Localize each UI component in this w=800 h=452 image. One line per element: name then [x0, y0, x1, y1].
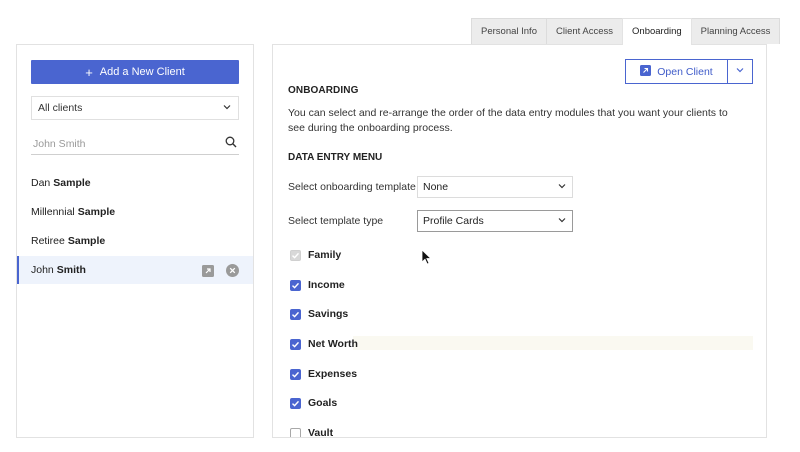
client-row-actions [202, 264, 239, 280]
client-list-item[interactable]: Millennial Sample [17, 198, 253, 226]
module-label: Family [308, 249, 342, 261]
open-client-label: Open Client [657, 65, 713, 78]
remove-icon[interactable] [226, 264, 239, 280]
module-income-checkbox[interactable]: Income [290, 277, 345, 293]
client-first-name: Retiree [31, 235, 65, 247]
checkmark-icon [290, 279, 301, 291]
chevron-down-icon [557, 181, 567, 194]
client-last-name: Sample [53, 177, 91, 189]
module-label: Vault [308, 427, 334, 438]
open-client-button[interactable]: Open Client [625, 59, 728, 84]
module-label: Savings [308, 308, 349, 320]
row-highlight [353, 336, 753, 350]
open-client-group: Open Client [625, 59, 753, 84]
template-type-value: Profile Cards [423, 215, 484, 227]
module-expenses-checkbox[interactable]: Expenses [290, 366, 357, 382]
section-description: You can select and re-arrange the order … [288, 107, 728, 134]
add-client-button[interactable]: + Add a New Client [31, 60, 239, 84]
client-filter-select[interactable]: All clients [31, 96, 239, 120]
tab-client-access[interactable]: Client Access [545, 18, 624, 44]
module-family-checkbox[interactable]: Family [290, 247, 341, 263]
client-last-name: Smith [56, 264, 86, 276]
tab-personal-info[interactable]: Personal Info [471, 18, 547, 44]
client-list-item-selected[interactable]: John Smith [17, 256, 253, 284]
checkmark-icon [290, 397, 301, 409]
module-savings-checkbox[interactable]: Savings [290, 306, 348, 322]
chevron-down-icon [222, 102, 232, 115]
checkmark-icon [290, 249, 301, 261]
template-type-select[interactable]: Profile Cards [417, 210, 573, 232]
client-list-item[interactable]: Retiree Sample [17, 227, 253, 255]
onboarding-panel: Open Client ONBOARDING You can select an… [272, 44, 767, 438]
tab-planning-access[interactable]: Planning Access [690, 18, 781, 44]
search-icon[interactable] [225, 136, 237, 151]
empty-checkbox-icon [290, 427, 301, 437]
onboarding-template-select[interactable]: None [417, 176, 573, 198]
client-last-name: Sample [77, 206, 116, 218]
section-title: ONBOARDING [288, 85, 359, 96]
checkmark-icon [290, 368, 301, 380]
module-net-worth-checkbox[interactable]: Net Worth [290, 336, 358, 352]
chevron-down-icon [557, 215, 567, 228]
open-external-icon [640, 64, 652, 79]
client-last-name: Sample [67, 235, 106, 247]
module-label: Net Worth [308, 338, 358, 350]
client-first-name: John [31, 264, 54, 276]
client-sidebar: + Add a New Client All clients Dan Sampl… [16, 44, 254, 438]
data-entry-menu-title: DATA ENTRY MENU [288, 152, 383, 163]
client-list-item[interactable]: Dan Sample [17, 169, 253, 197]
client-search [31, 133, 239, 155]
add-client-label: Add a New Client [99, 66, 185, 78]
mouse-pointer-icon [421, 249, 432, 268]
template-label: Select onboarding template [288, 181, 416, 193]
module-label: Expenses [308, 368, 358, 380]
tab-onboarding[interactable]: Onboarding [622, 18, 692, 45]
checkmark-icon [290, 308, 301, 320]
open-client-dropdown[interactable] [728, 59, 753, 84]
checkmark-icon [290, 338, 301, 350]
template-value: None [423, 181, 449, 193]
client-first-name: Millennial [31, 206, 75, 218]
template-type-label: Select template type [288, 215, 384, 227]
module-goals-checkbox[interactable]: Goals [290, 395, 337, 411]
search-input[interactable] [33, 137, 213, 150]
tab-bar: Personal Info Client Access Onboarding P… [471, 18, 781, 45]
plus-icon: + [85, 64, 93, 80]
module-vault-checkbox[interactable]: Vault [290, 425, 334, 438]
chevron-down-icon [735, 65, 745, 78]
client-filter-value: All clients [38, 102, 83, 114]
open-external-icon[interactable] [202, 264, 214, 280]
module-label: Income [308, 279, 345, 291]
module-label: Goals [308, 397, 338, 409]
client-first-name: Dan [31, 177, 51, 189]
